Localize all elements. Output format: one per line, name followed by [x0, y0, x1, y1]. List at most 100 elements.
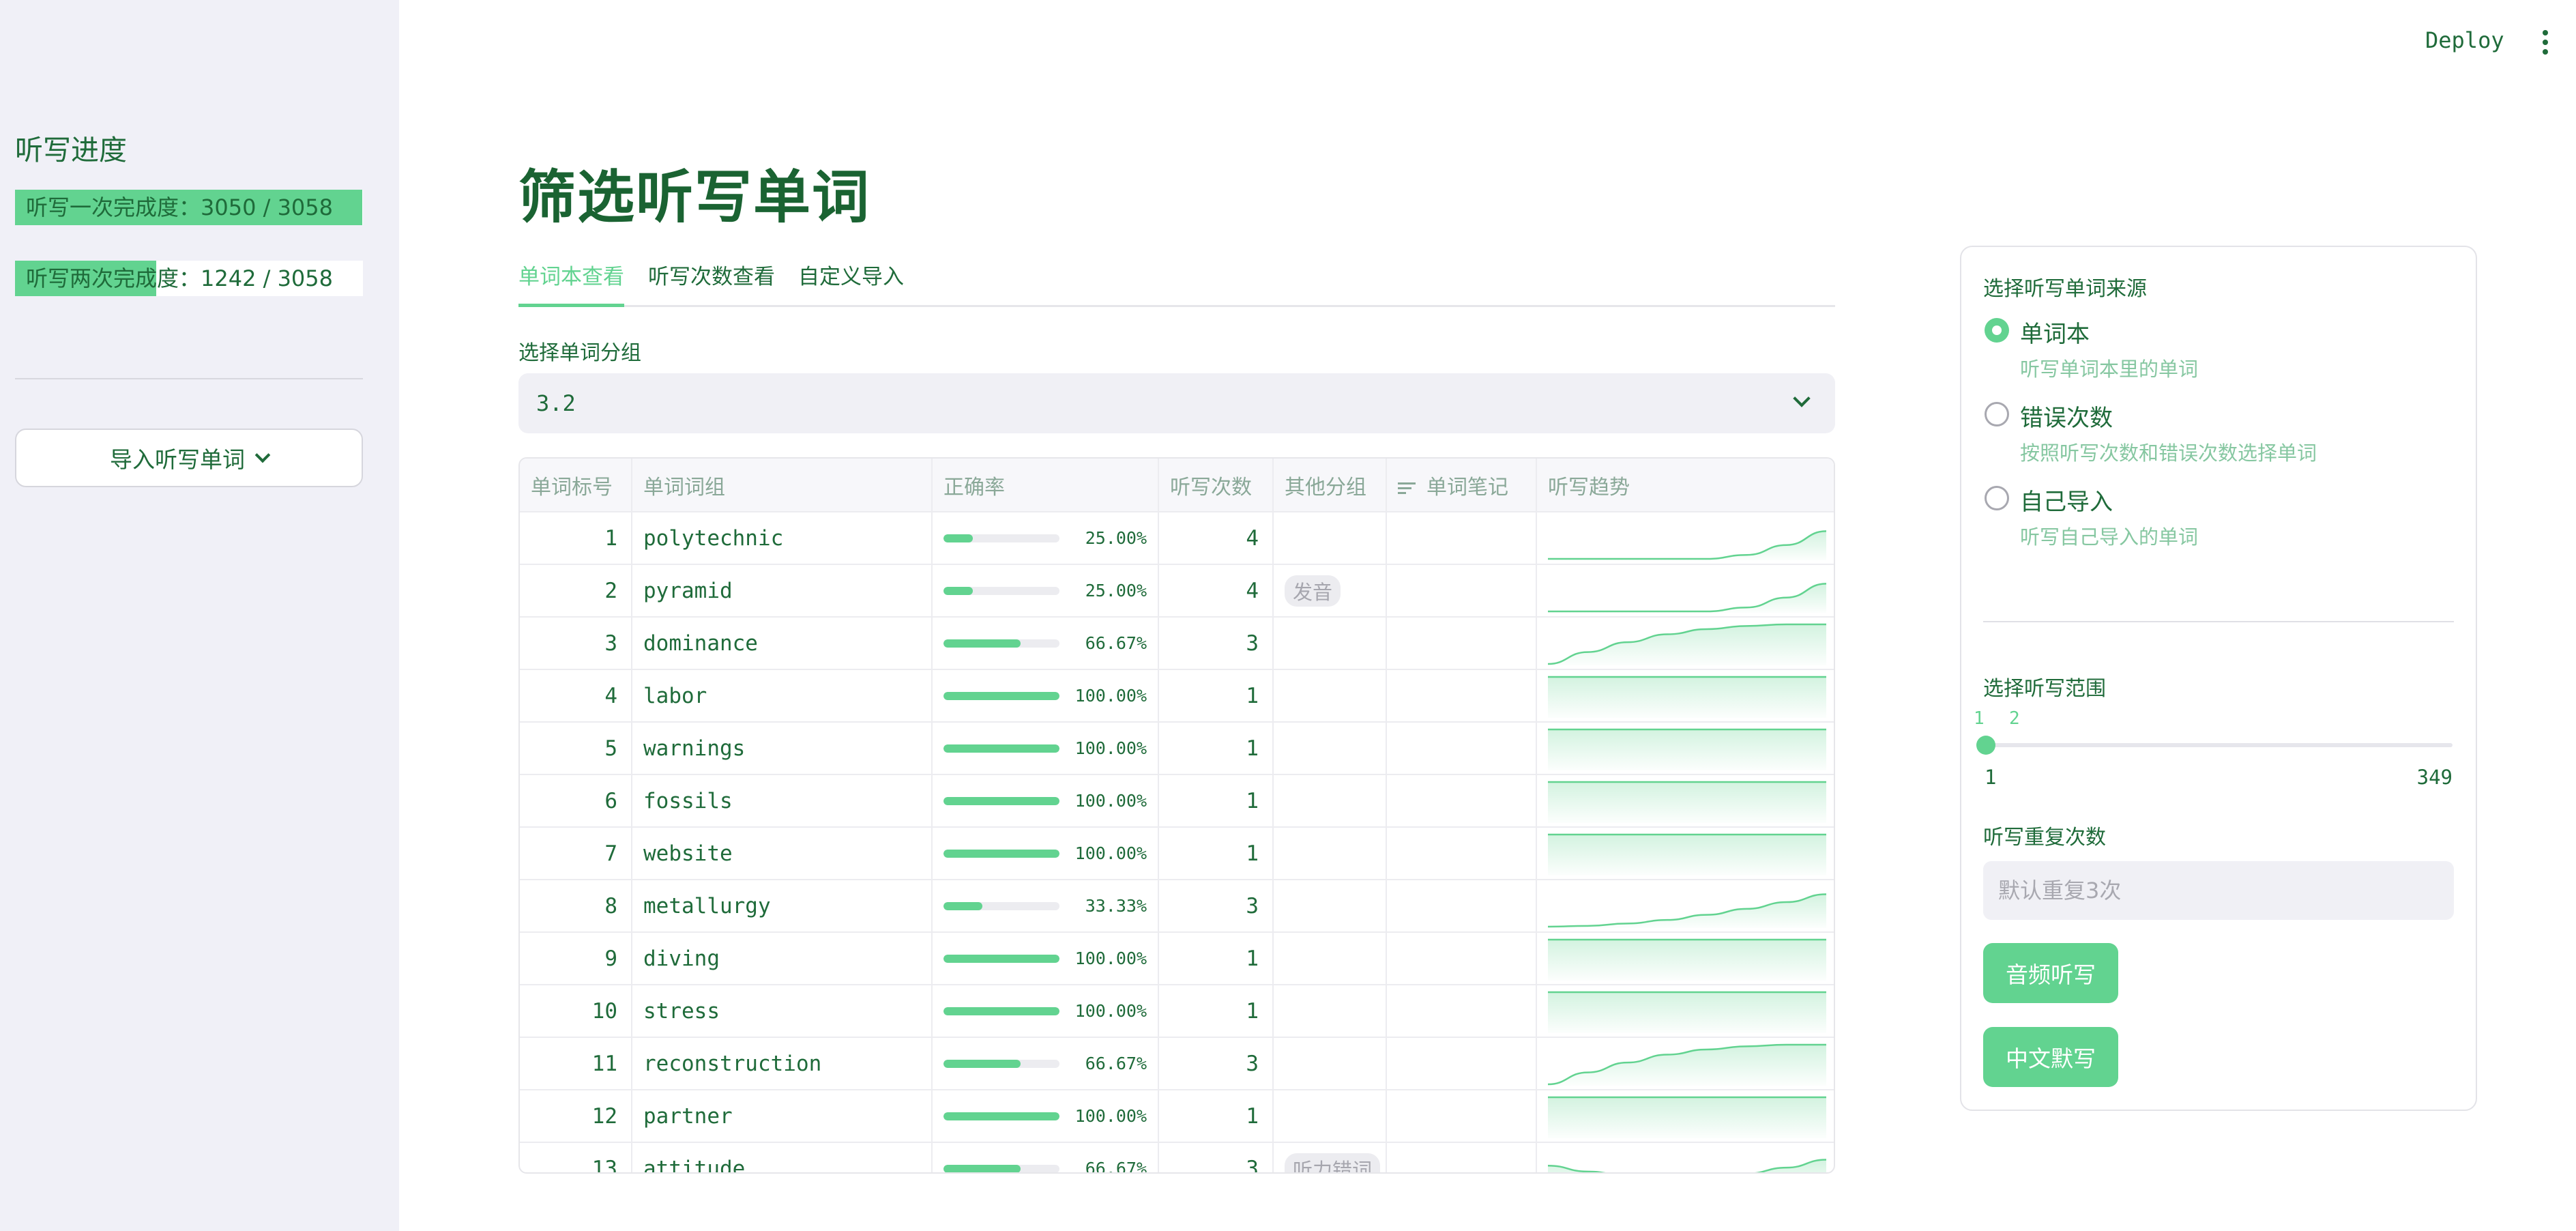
cell-note[interactable] — [1386, 1090, 1537, 1143]
tab-custom-import[interactable]: 自定义导入 — [798, 259, 904, 304]
accuracy-track — [943, 744, 1059, 753]
table-row[interactable]: 13 attitude 66.67% 3 听力错词 — [520, 1142, 1834, 1174]
chevron-down-icon — [1793, 390, 1811, 407]
cell-count: 1 — [1158, 827, 1274, 880]
table-row[interactable]: 7 website 100.00% 1 — [520, 827, 1834, 880]
cell-index: 5 — [520, 722, 632, 775]
cell-accuracy: 100.00% — [932, 722, 1159, 775]
tab-wordbook[interactable]: 单词本查看 — [518, 259, 624, 307]
cell-word: polytechnic — [632, 512, 933, 565]
import-words-button[interactable]: 导入听写单词 — [15, 429, 363, 487]
cell-index: 4 — [520, 669, 632, 723]
cell-group — [1273, 512, 1387, 565]
cell-word: diving — [632, 932, 933, 985]
table-row[interactable]: 10 stress 100.00% 1 — [520, 985, 1834, 1038]
trend-sparkline — [1548, 582, 1826, 613]
group-select[interactable]: 3.2 — [518, 373, 1835, 433]
cell-group — [1273, 932, 1387, 985]
accuracy-bar — [943, 1164, 1021, 1172]
repeat-count-input[interactable] — [1983, 861, 2454, 920]
cell-accuracy: 100.00% — [932, 669, 1159, 723]
cell-trend — [1536, 564, 1834, 618]
word-table[interactable]: 单词标号 单词词组 正确率 听写次数 其他分组 单词笔记 听写趋势 1 polyt… — [518, 457, 1835, 1174]
trend-sparkline — [1548, 781, 1826, 823]
radio-label: 自己导入 — [2020, 489, 2113, 516]
cell-note[interactable] — [1386, 1037, 1537, 1090]
col-header-count[interactable]: 听写次数 — [1158, 459, 1274, 512]
cell-count: 3 — [1158, 1037, 1274, 1090]
range-label: 选择听写范围 — [1983, 677, 2106, 701]
cell-index: 7 — [520, 827, 632, 880]
kebab-menu-icon[interactable] — [2542, 30, 2549, 55]
cell-accuracy: 66.67% — [932, 1037, 1159, 1090]
table-row[interactable]: 9 diving 100.00% 1 — [520, 932, 1834, 985]
trend-sparkline — [1548, 676, 1826, 718]
cell-note[interactable] — [1386, 1142, 1537, 1172]
accuracy-text: 66.67% — [1085, 1054, 1147, 1073]
accuracy-text: 66.67% — [1085, 1159, 1147, 1174]
table-row[interactable]: 5 warnings 100.00% 1 — [520, 722, 1834, 775]
cell-accuracy: 100.00% — [932, 827, 1159, 880]
col-header-note[interactable]: 单词笔记 — [1386, 459, 1537, 512]
cell-count: 3 — [1158, 1142, 1274, 1172]
col-header-word[interactable]: 单词词组 — [632, 459, 933, 512]
cell-accuracy: 100.00% — [932, 932, 1159, 985]
accuracy-track — [943, 849, 1059, 858]
cell-group — [1273, 617, 1387, 670]
cell-count: 3 — [1158, 617, 1274, 670]
range-value-high: 2 — [2009, 708, 2020, 729]
table-row[interactable]: 4 labor 100.00% 1 — [520, 669, 1834, 723]
cell-group: 发音 — [1273, 564, 1387, 618]
cell-note[interactable] — [1386, 564, 1537, 618]
cell-word: partner — [632, 1090, 933, 1143]
cell-accuracy: 33.33% — [932, 880, 1159, 933]
range-slider-track[interactable] — [1985, 743, 2453, 747]
accuracy-text: 100.00% — [1074, 738, 1147, 758]
table-row[interactable]: 3 dominance 66.67% 3 — [520, 617, 1834, 670]
deploy-button[interactable]: Deploy — [2425, 27, 2504, 53]
cell-accuracy: 100.00% — [932, 774, 1159, 828]
col-header-index[interactable]: 单词标号 — [520, 459, 632, 512]
accuracy-bar — [943, 796, 1059, 805]
cell-trend — [1536, 669, 1834, 723]
col-header-group[interactable]: 其他分组 — [1273, 459, 1387, 512]
chinese-dictation-button[interactable]: 中文默写 — [1983, 1027, 2118, 1087]
accuracy-text: 66.67% — [1085, 633, 1147, 653]
repeat-label: 听写重复次数 — [1983, 826, 2106, 850]
trend-sparkline — [1548, 530, 1826, 560]
cell-word: dominance — [632, 617, 933, 670]
table-row[interactable]: 12 partner 100.00% 1 — [520, 1090, 1834, 1143]
table-row[interactable]: 1 polytechnic 25.00% 4 — [520, 512, 1834, 565]
edit-note-icon — [1398, 481, 1418, 495]
cell-index: 8 — [520, 880, 632, 933]
cell-count: 1 — [1158, 985, 1274, 1038]
audio-dictation-button[interactable]: 音频听写 — [1983, 943, 2118, 1003]
cell-count: 4 — [1158, 564, 1274, 618]
cell-trend — [1536, 1090, 1834, 1143]
table-row[interactable]: 2 pyramid 25.00% 4 发音 — [520, 564, 1834, 618]
cell-count: 1 — [1158, 1090, 1274, 1143]
range-slider-thumb[interactable] — [1976, 736, 1995, 755]
cell-note[interactable] — [1386, 880, 1537, 933]
col-header-accuracy[interactable]: 正确率 — [932, 459, 1159, 512]
cell-note[interactable] — [1386, 512, 1537, 565]
tab-dictation-count[interactable]: 听写次数查看 — [648, 259, 775, 304]
col-header-trend[interactable]: 听写趋势 — [1536, 459, 1834, 512]
cell-note[interactable] — [1386, 827, 1537, 880]
cell-note[interactable] — [1386, 932, 1537, 985]
trend-sparkline — [1548, 623, 1826, 665]
table-row[interactable]: 6 fossils 100.00% 1 — [520, 774, 1834, 828]
table-row[interactable]: 11 reconstruction 66.67% 3 — [520, 1037, 1834, 1090]
cell-group — [1273, 880, 1387, 933]
table-row[interactable]: 8 metallurgy 33.33% 3 — [520, 880, 1834, 933]
cell-word: fossils — [632, 774, 933, 828]
sidebar: 听写进度 听写一次完成度：3050 / 3058 听写两次完成度：1242 / … — [0, 0, 399, 1231]
cell-note[interactable] — [1386, 985, 1537, 1038]
group-tag: 发音 — [1285, 575, 1341, 607]
radio-caption: 听写自己导入的单词 — [2020, 525, 2199, 549]
cell-note[interactable] — [1386, 722, 1537, 775]
cell-note[interactable] — [1386, 669, 1537, 723]
cell-note[interactable] — [1386, 774, 1537, 828]
progress-text-twice: 听写两次完成度：1242 / 3058 — [26, 265, 334, 291]
cell-note[interactable] — [1386, 617, 1537, 670]
